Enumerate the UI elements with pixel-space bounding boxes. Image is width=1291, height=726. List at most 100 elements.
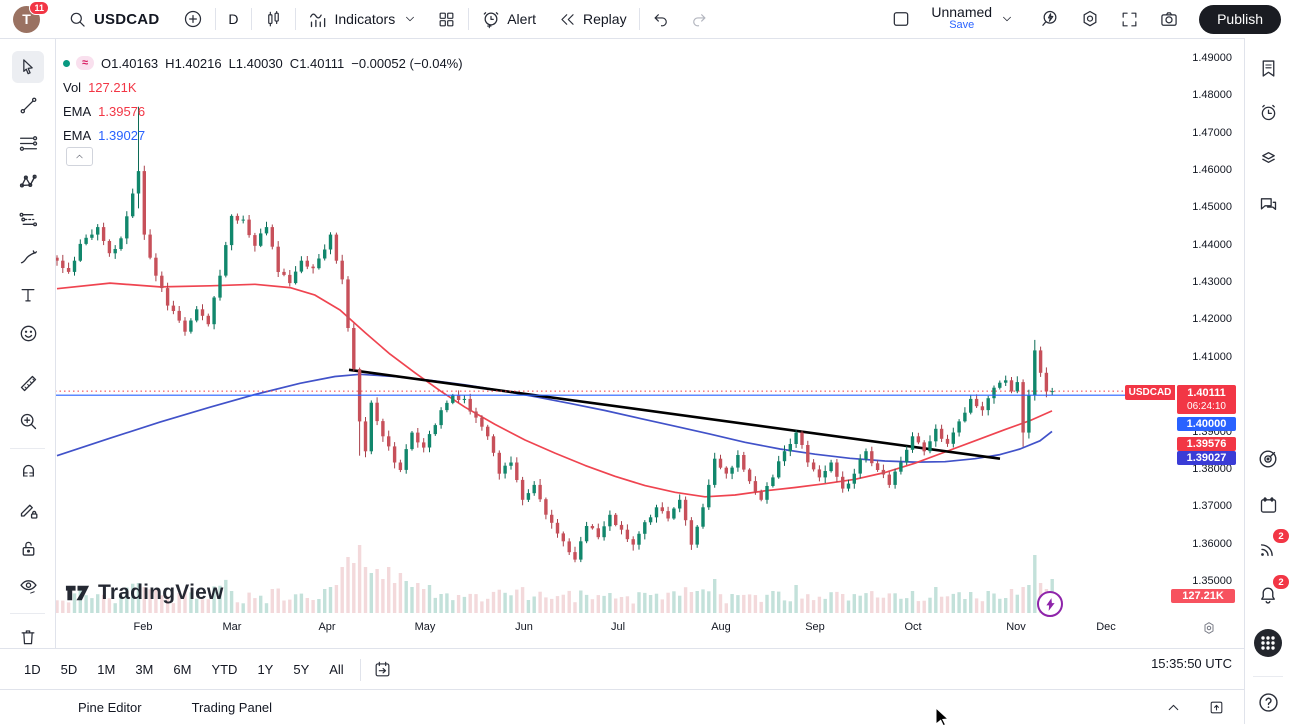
tool-stay-in-drawing-mode[interactable] xyxy=(12,494,44,526)
snapshot-button[interactable] xyxy=(1153,4,1185,34)
user-avatar[interactable]: T 11 xyxy=(13,6,40,33)
left-drawing-toolbar xyxy=(0,38,56,648)
compare-add-button[interactable] xyxy=(177,4,209,34)
candlestick-series xyxy=(55,107,1054,562)
tool-fib-retracement[interactable] xyxy=(12,127,44,159)
range-button-1m[interactable]: 1M xyxy=(89,658,123,681)
event-lightning-marker[interactable] xyxy=(1037,591,1063,617)
tool-emoji[interactable] xyxy=(12,317,44,349)
chart-properties-button[interactable] xyxy=(1074,4,1106,34)
sidebar-streams-button[interactable]: 2 xyxy=(1252,533,1284,565)
tool-trend-line[interactable] xyxy=(12,89,44,121)
time-axis[interactable] xyxy=(55,614,1160,648)
radar-icon xyxy=(1257,448,1279,470)
tool-measure[interactable] xyxy=(12,367,44,399)
trend-line-icon xyxy=(18,95,39,116)
alert-price-badge[interactable]: 1.40000 xyxy=(1177,417,1236,431)
pencil-lock-icon xyxy=(18,500,39,521)
range-button-5y[interactable]: 5Y xyxy=(285,658,317,681)
range-button-ytd[interactable]: YTD xyxy=(203,658,245,681)
last-price-badge[interactable]: 1.40111 06:24:10 xyxy=(1177,385,1236,414)
trendline-drawing[interactable] xyxy=(349,370,1000,459)
tool-magnet[interactable] xyxy=(12,456,44,488)
save-label[interactable]: Save xyxy=(949,19,974,32)
approx-price-chip: ≈ xyxy=(76,56,94,70)
range-button-3m[interactable]: 3M xyxy=(127,658,161,681)
alert-clock-icon xyxy=(481,9,501,29)
trash-icon xyxy=(18,627,38,647)
tool-xabcd-pattern[interactable] xyxy=(12,165,44,197)
quick-search-button[interactable] xyxy=(1034,4,1066,34)
alert-button[interactable]: Alert xyxy=(475,4,542,34)
tab-pine-editor[interactable]: Pine Editor xyxy=(68,694,152,721)
range-button-5d[interactable]: 5D xyxy=(53,658,86,681)
layout-select-button[interactable] xyxy=(885,4,917,34)
gear-icon xyxy=(1201,620,1217,636)
grid-templates-icon xyxy=(437,10,456,29)
sidebar-help-button[interactable] xyxy=(1252,686,1284,718)
ohlc-o-value: 1.40163 xyxy=(111,56,158,71)
toolbar-divider xyxy=(10,613,45,614)
tool-lock-all-drawings[interactable] xyxy=(12,532,44,564)
ohlc-h-value: 1.40216 xyxy=(175,56,222,71)
interval-button[interactable]: D xyxy=(222,4,244,34)
legend-ema2-row[interactable]: EMA 1.39027 xyxy=(63,123,463,147)
ema2-price-badge[interactable]: 1.39027 xyxy=(1177,451,1236,465)
tool-zoom-in[interactable] xyxy=(12,405,44,437)
publish-button[interactable]: Publish xyxy=(1199,5,1281,34)
ohlc-c-value: 1.40111 xyxy=(299,56,344,71)
tool-brush[interactable] xyxy=(12,241,44,273)
indicators-button[interactable]: Indicators xyxy=(302,4,424,34)
chevron-up-icon xyxy=(1165,699,1182,716)
legend-ema1-row[interactable]: EMA 1.39576 xyxy=(63,99,463,123)
tool-text[interactable] xyxy=(12,279,44,311)
legend-collapse-button[interactable] xyxy=(66,147,93,166)
search-icon xyxy=(68,10,87,29)
session-clock[interactable]: 15:35:50 UTC xyxy=(1151,656,1232,671)
layout-name-button[interactable]: Unnamed Save xyxy=(917,4,1020,34)
lightning-bolt-icon xyxy=(1045,598,1056,611)
help-icon xyxy=(1257,691,1280,714)
ema1-price-badge[interactable]: 1.39576 xyxy=(1177,437,1236,451)
symbol-search-button[interactable]: USDCAD xyxy=(62,4,165,34)
range-button-1y[interactable]: 1Y xyxy=(249,658,281,681)
panel-expand-button[interactable] xyxy=(1202,692,1231,722)
sidebar-all-products-button[interactable] xyxy=(1252,627,1284,659)
ohlc-c-label: C xyxy=(290,56,299,71)
replay-button[interactable]: Replay xyxy=(552,4,633,34)
indicators-label: Indicators xyxy=(335,11,396,27)
tool-cursor[interactable] xyxy=(12,51,44,83)
sidebar-watchlist-button[interactable] xyxy=(1252,52,1284,84)
tool-forecast[interactable] xyxy=(12,203,44,235)
apps-grid-icon xyxy=(1253,628,1283,658)
tool-hide-all-drawings[interactable] xyxy=(12,570,44,602)
sidebar-screener-button[interactable] xyxy=(1252,443,1284,475)
legend-volume-row[interactable]: Vol 127.21K xyxy=(63,75,463,99)
panel-collapse-button[interactable] xyxy=(1159,692,1188,722)
sidebar-notifications-button[interactable]: 2 xyxy=(1252,579,1284,611)
ema2-value: 1.39027 xyxy=(98,128,145,143)
go-to-date-button[interactable] xyxy=(367,655,398,685)
sidebar-object-tree-button[interactable] xyxy=(1252,141,1284,173)
price-axis[interactable] xyxy=(1160,38,1245,648)
tab-trading-panel[interactable]: Trading Panel xyxy=(182,694,282,721)
chart-style-button[interactable] xyxy=(258,4,289,34)
ema-lines xyxy=(57,283,1052,497)
undo-icon xyxy=(652,10,671,29)
toolbar-divider xyxy=(295,8,296,30)
range-button-1d[interactable]: 1D xyxy=(16,658,49,681)
undo-button[interactable] xyxy=(646,4,677,34)
sidebar-chat-button[interactable] xyxy=(1252,188,1284,220)
calendar-icon xyxy=(1258,495,1279,516)
redo-button[interactable] xyxy=(683,4,714,34)
fullscreen-button[interactable] xyxy=(1114,4,1145,34)
indicator-templates-button[interactable] xyxy=(431,4,462,34)
legend-ohlc-row[interactable]: ≈ O1.40163 H1.40216 L1.40030 C1.40111 −0… xyxy=(63,51,463,75)
timezone-settings-button[interactable] xyxy=(1201,620,1217,636)
chevron-up-icon xyxy=(74,151,85,162)
range-button-6m[interactable]: 6M xyxy=(165,658,199,681)
range-button-all[interactable]: All xyxy=(321,658,351,681)
sidebar-alerts-button[interactable] xyxy=(1252,96,1284,128)
sidebar-calendar-button[interactable] xyxy=(1252,489,1284,521)
bottom-panel: Pine Editor Trading Panel xyxy=(0,689,1245,724)
